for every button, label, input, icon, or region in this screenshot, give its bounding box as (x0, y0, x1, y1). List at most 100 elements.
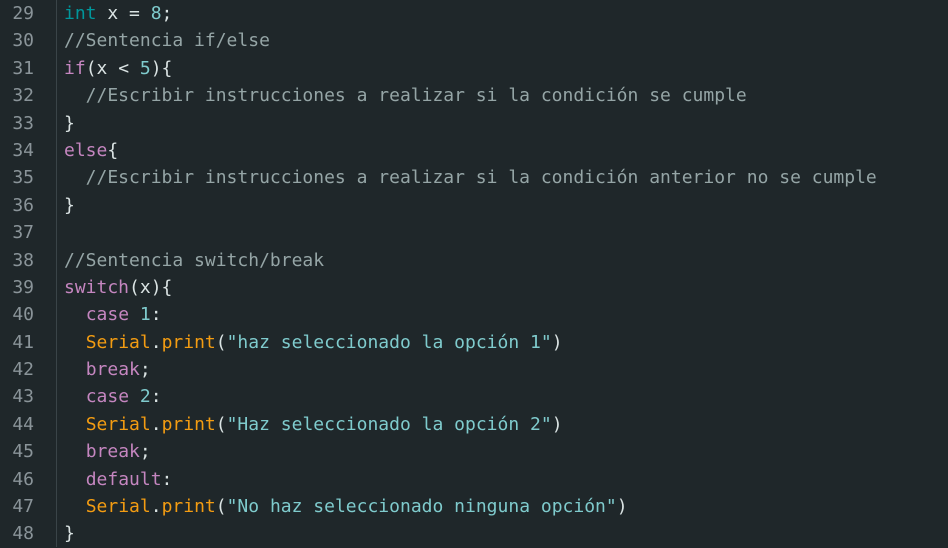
code-line[interactable]: //Escribir instrucciones a realizar si l… (64, 164, 948, 191)
code-token-num: 2 (139, 386, 151, 408)
code-token-type: int (64, 3, 97, 24)
code-token-plain: ( (215, 496, 227, 518)
code-token-plain: (x){ (129, 276, 173, 298)
code-line[interactable]: switch(x){ (64, 274, 948, 301)
code-token-cmt: //Sentencia if/else (64, 30, 270, 52)
code-token-plain: ){ (150, 57, 173, 79)
code-token-kw: switch (64, 276, 130, 298)
line-number: 34 (12, 139, 34, 161)
code-token-num: 1 (139, 304, 151, 326)
code-line[interactable]: case 1: (64, 301, 948, 328)
code-token-cmt: //Escribir instrucciones a realizar si l… (64, 85, 747, 107)
code-token-fn: print (161, 496, 216, 518)
code-token-num: 5 (139, 57, 151, 79)
line-number: 42 (12, 359, 34, 381)
line-number: 48 (12, 523, 34, 545)
line-number-gutter: 29 30 31 32 33 34 35 36 37 38 39 40 41 42 43 44 45 46 47 48 (0, 0, 56, 547)
line-number: 40 (12, 304, 34, 326)
code-token-plain: (x < (85, 57, 140, 79)
code-editor[interactable]: 29 30 31 32 33 34 35 36 37 38 39 40 41 42 43 44 45 46 47 48… (0, 0, 948, 547)
code-token-kw: break (85, 359, 140, 381)
code-line[interactable]: Serial.print("haz seleccionado la opción… (64, 329, 948, 356)
code-token-num: 8 (150, 3, 162, 24)
code-line[interactable]: //Sentencia if/else (64, 27, 948, 54)
line-number: 30 (12, 30, 34, 52)
line-number: 43 (12, 386, 34, 408)
code-token-plain: { (107, 139, 119, 161)
line-number: 36 (12, 194, 34, 216)
code-line[interactable]: } (64, 520, 948, 547)
code-line[interactable]: default: (64, 466, 948, 493)
code-line[interactable]: break; (64, 438, 948, 465)
code-line[interactable]: int x = 8; (64, 0, 948, 27)
line-number: 39 (12, 276, 34, 298)
code-token-plain: : (150, 386, 162, 408)
code-line[interactable]: if(x < 5){ (64, 55, 948, 82)
code-token-kw: case (85, 386, 130, 408)
code-line[interactable]: case 2: (64, 383, 948, 410)
code-token-plain: : (150, 304, 162, 326)
code-token-plain: . (150, 496, 162, 518)
line-number: 32 (12, 85, 34, 107)
line-number: 33 (12, 112, 34, 134)
code-line[interactable]: else{ (64, 137, 948, 164)
code-token-str: "Haz seleccionado la opción 2" (226, 413, 552, 435)
code-token-cls: Serial (85, 413, 151, 435)
code-token-kw: default (85, 468, 162, 490)
code-token-plain: ; (161, 3, 173, 24)
code-token-plain: x = (96, 3, 151, 24)
code-token-str: "No haz seleccionado ninguna opción" (226, 496, 617, 518)
line-number: 45 (12, 441, 34, 463)
line-number: 29 (12, 3, 34, 24)
code-line[interactable]: Serial.print("Haz seleccionado la opción… (64, 411, 948, 438)
code-line[interactable] (64, 219, 948, 246)
code-line[interactable]: Serial.print("No haz seleccionado ningun… (64, 493, 948, 520)
code-line[interactable]: } (64, 192, 948, 219)
code-token-str: "haz seleccionado la opción 1" (226, 331, 552, 353)
code-token-cmt: //Escribir instrucciones a realizar si l… (64, 167, 877, 189)
code-token-cls: Serial (85, 496, 151, 518)
code-token-plain: ) (551, 331, 563, 353)
line-number: 47 (12, 496, 34, 518)
code-token-plain: } (64, 194, 75, 216)
code-token-plain: ; (139, 359, 151, 381)
code-token-kw: case (85, 304, 130, 326)
code-token-fn: print (161, 331, 216, 353)
line-number: 46 (12, 468, 34, 490)
code-token-plain: ; (139, 441, 151, 463)
code-token-plain: } (64, 523, 75, 545)
code-token-kw: else (64, 139, 108, 161)
code-token-fn: print (161, 413, 216, 435)
code-line[interactable]: //Escribir instrucciones a realizar si l… (64, 82, 948, 109)
line-number: 37 (12, 222, 34, 244)
line-number: 41 (12, 331, 34, 353)
code-line[interactable]: //Sentencia switch/break (64, 247, 948, 274)
code-area[interactable]: int x = 8;//Sentencia if/else if(x < 5){ … (57, 0, 948, 547)
line-number: 38 (12, 249, 34, 271)
code-line[interactable]: } (64, 110, 948, 137)
code-token-cmt: //Sentencia switch/break (64, 249, 325, 271)
line-number: 44 (12, 413, 34, 435)
code-token-plain: } (64, 112, 75, 134)
code-token-plain: ) (551, 413, 563, 435)
line-number: 31 (12, 57, 34, 79)
code-token-cls: Serial (85, 331, 151, 353)
code-token-plain: . (150, 413, 162, 435)
code-token-plain: ( (215, 331, 227, 353)
code-token-plain: ( (215, 413, 227, 435)
code-line[interactable]: break; (64, 356, 948, 383)
code-token-plain: : (161, 468, 173, 490)
code-token-plain: . (150, 331, 162, 353)
line-number: 35 (12, 167, 34, 189)
code-token-kw: break (85, 441, 140, 463)
